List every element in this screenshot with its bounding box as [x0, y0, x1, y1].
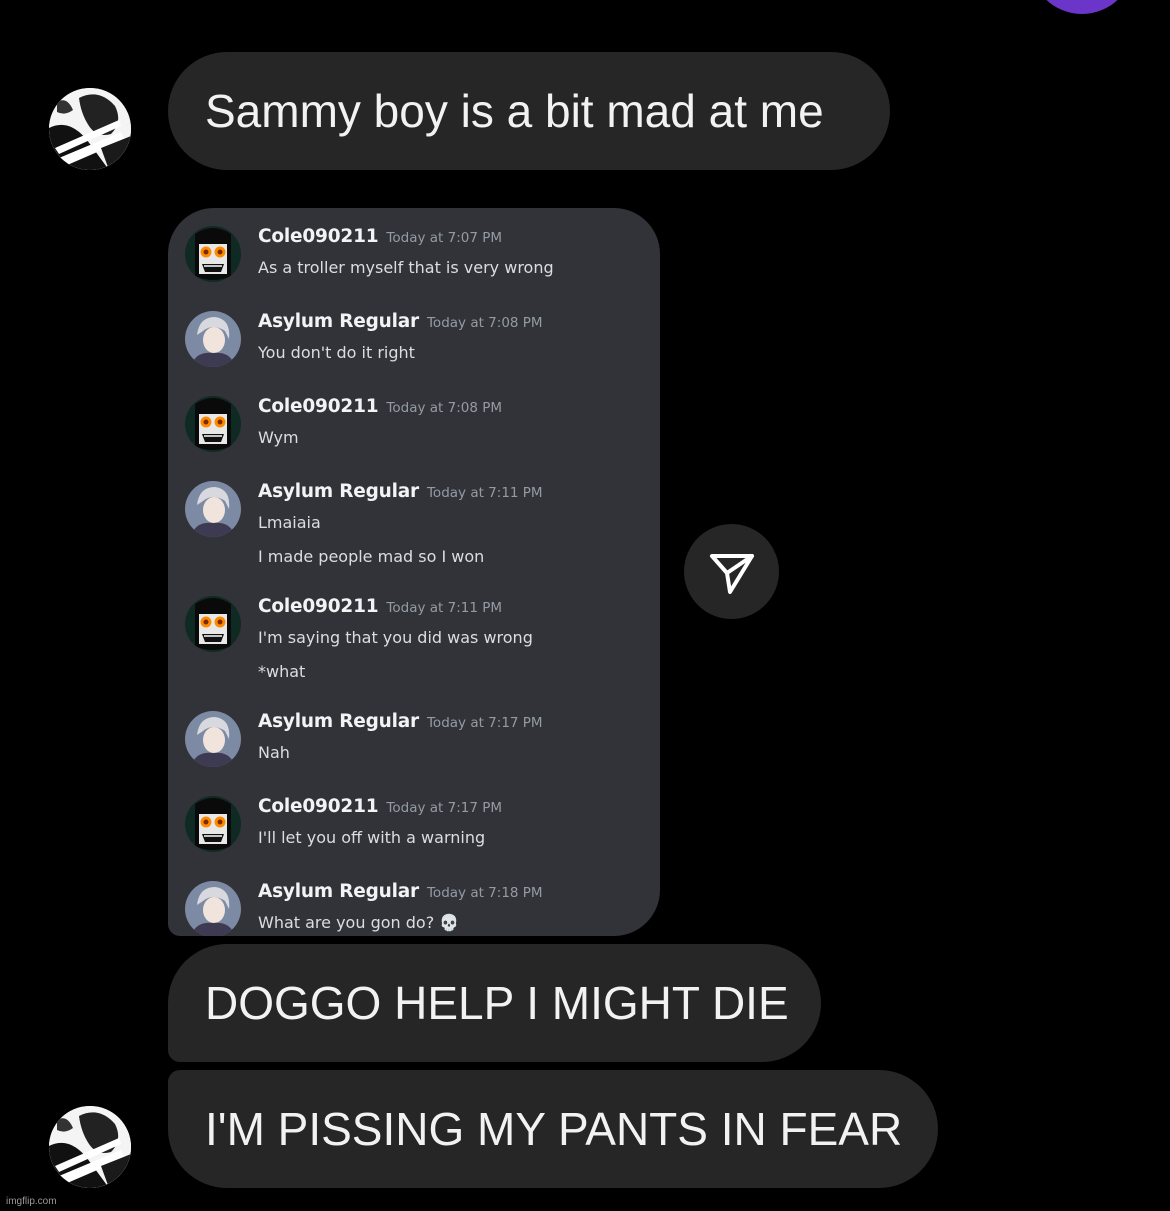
timestamp: Today at 7:11 PM	[386, 600, 503, 616]
paper-plane-icon	[709, 553, 754, 594]
incredibox-avatar-icon	[185, 596, 241, 652]
chat-line: *what	[258, 662, 306, 681]
incredibox-avatar-icon	[185, 796, 241, 852]
message-text: I'M PISSING MY PANTS IN FEAR	[205, 1103, 903, 1155]
anime-avatar-icon	[185, 311, 241, 367]
incredibox-avatar-icon	[185, 396, 241, 452]
message-text: Sammy boy is a bit mad at me	[205, 85, 824, 137]
chat-line: I'm saying that you did was wrong	[258, 628, 533, 647]
message-bubble[interactable]: Sammy boy is a bit mad at me	[168, 52, 890, 170]
shared-screenshot[interactable]: Cole090211 Today at 7:07 PM As a troller …	[168, 208, 660, 936]
chat-line: Nah	[258, 743, 290, 762]
username: Cole090211 Today at 7:07 PM	[258, 226, 503, 247]
timestamp: Today at 7:17 PM	[386, 800, 503, 816]
chat-line: What are you gon do? 💀	[258, 913, 460, 932]
chat-line: I made people mad so I won	[258, 547, 485, 566]
username: Asylum Regular Today at 7:08 PM	[258, 311, 543, 332]
timestamp: Today at 7:17 PM	[426, 715, 543, 731]
partner-avatar[interactable]	[1030, 0, 1134, 14]
chat-line: As a troller myself that is very wrong	[258, 258, 554, 277]
anime-avatar-icon	[185, 711, 241, 767]
message-bubble[interactable]: DOGGO HELP I MIGHT DIE	[168, 944, 821, 1062]
sender-avatar[interactable]	[49, 1106, 131, 1188]
username: Asylum Regular Today at 7:11 PM	[258, 481, 543, 502]
watermark: imgflip.com	[6, 1196, 57, 1207]
chat-line: Lmaiaia	[258, 513, 321, 532]
sender-avatar[interactable]	[49, 88, 131, 170]
username: Asylum Regular Today at 7:18 PM	[258, 881, 543, 902]
username: Cole090211 Today at 7:11 PM	[258, 596, 503, 617]
timestamp: Today at 7:18 PM	[426, 885, 543, 901]
timestamp: Today at 7:07 PM	[386, 230, 503, 246]
manga-avatar-icon	[49, 88, 131, 170]
timestamp: Today at 7:08 PM	[386, 400, 503, 416]
username: Cole090211 Today at 7:08 PM	[258, 396, 503, 417]
chat-line: Wym	[258, 428, 299, 447]
anime-avatar-icon	[185, 881, 241, 936]
message-text: DOGGO HELP I MIGHT DIE	[205, 977, 789, 1029]
incredibox-avatar-icon	[185, 226, 241, 282]
manga-avatar-icon	[49, 1106, 131, 1188]
chat-line: I'll let you off with a warning	[258, 828, 486, 847]
anime-avatar-icon	[185, 481, 241, 537]
chat-line: You don't do it right	[258, 343, 415, 362]
timestamp: Today at 7:08 PM	[426, 315, 543, 331]
message-bubble[interactable]: I'M PISSING MY PANTS IN FEAR	[168, 1070, 938, 1188]
timestamp: Today at 7:11 PM	[426, 485, 543, 501]
share-button[interactable]	[684, 524, 779, 619]
username: Asylum Regular Today at 7:17 PM	[258, 711, 543, 732]
username: Cole090211 Today at 7:17 PM	[258, 796, 503, 817]
